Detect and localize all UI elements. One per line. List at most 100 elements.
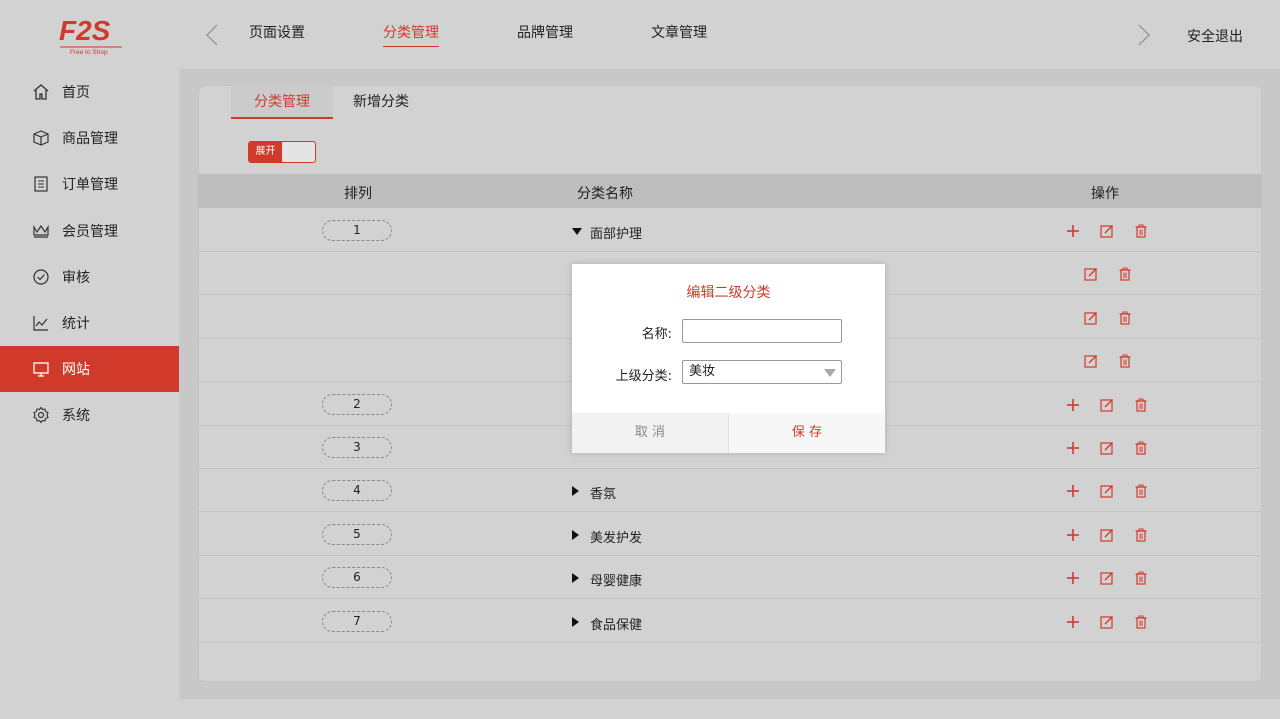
svg-text:F2S: F2S: [59, 15, 111, 46]
top-nav-category-management[interactable]: 分类管理: [383, 22, 439, 47]
nav-next-arrow-icon[interactable]: [1137, 24, 1153, 46]
sort-order-input[interactable]: 1: [322, 220, 392, 241]
category-name: 母婴健康: [590, 574, 643, 589]
edit-icon[interactable]: [1098, 439, 1115, 456]
table-header: 排列 分类名称 操作: [198, 174, 1262, 208]
add-icon[interactable]: [1064, 396, 1081, 413]
header-sort: 排列: [344, 186, 372, 202]
sort-order-input[interactable]: 3: [322, 437, 392, 458]
cancel-button[interactable]: 取 消: [572, 413, 729, 453]
delete-icon[interactable]: [1116, 309, 1133, 326]
name-input[interactable]: [682, 319, 842, 343]
table-row: 5 美发护发: [198, 513, 1262, 556]
sidebar-item-label: 网站: [62, 362, 90, 378]
sidebar-item-label: 审核: [62, 270, 90, 286]
dialog-footer: 取 消 保 存: [572, 413, 885, 453]
delete-icon[interactable]: [1116, 265, 1133, 282]
parent-category-label: 上级分类:: [615, 369, 672, 384]
nav-prev-arrow-icon[interactable]: [205, 24, 221, 46]
toggle-knob: [282, 142, 315, 162]
delete-icon[interactable]: [1132, 526, 1149, 543]
caret-right-icon[interactable]: [572, 485, 584, 500]
category-cell: 香氛: [572, 483, 616, 502]
sidebar: 首页 商品管理 订单管理 会员管理 审核 统计 网站 系统: [0, 69, 179, 719]
sidebar-item-orders[interactable]: 订单管理: [0, 161, 179, 207]
add-icon[interactable]: [1064, 613, 1081, 630]
parent-category-select[interactable]: 美妆: [682, 360, 842, 384]
edit-icon[interactable]: [1082, 309, 1099, 326]
expand-toggle[interactable]: 展开: [248, 141, 316, 163]
expand-toggle-label: 展开: [249, 142, 282, 162]
table-row: 4 香氛: [198, 469, 1262, 512]
category-name: 面部护理: [590, 227, 643, 242]
top-nav-article-management[interactable]: 文章管理: [651, 22, 707, 46]
header-category-name: 分类名称: [577, 186, 633, 202]
category-name: 香氛: [590, 487, 617, 502]
table-row: 6 母婴健康: [198, 556, 1262, 599]
tab-add-category[interactable]: 新增分类: [345, 85, 417, 119]
add-icon[interactable]: [1064, 526, 1081, 543]
delete-icon[interactable]: [1132, 569, 1149, 586]
monitor-icon: [31, 359, 51, 379]
caret-right-icon[interactable]: [572, 572, 584, 587]
sidebar-item-review[interactable]: 审核: [0, 254, 179, 300]
sidebar-item-system[interactable]: 系统: [0, 392, 179, 438]
sort-order-input[interactable]: 7: [322, 611, 392, 632]
edit-icon[interactable]: [1098, 613, 1115, 630]
add-icon[interactable]: [1064, 482, 1081, 499]
edit-icon[interactable]: [1098, 222, 1115, 239]
delete-icon[interactable]: [1132, 482, 1149, 499]
chart-icon: [31, 313, 51, 333]
edit-icon[interactable]: [1098, 526, 1115, 543]
edit-icon[interactable]: [1098, 569, 1115, 586]
edit-subcategory-dialog: 编辑二级分类 名称: 上级分类: 美妆 取 消 保 存: [572, 264, 885, 453]
sidebar-item-home[interactable]: 首页: [0, 69, 179, 115]
logout-button[interactable]: 安全退出: [1187, 26, 1243, 46]
top-nav-page-settings[interactable]: 页面设置: [249, 22, 305, 46]
sidebar-item-website[interactable]: 网站: [0, 346, 179, 392]
delete-icon[interactable]: [1116, 352, 1133, 369]
edit-icon[interactable]: [1082, 352, 1099, 369]
row-actions: [1082, 309, 1150, 326]
crown-icon: [31, 221, 51, 241]
sort-order-input[interactable]: 2: [322, 394, 392, 415]
chevron-down-icon: [824, 369, 836, 377]
edit-icon[interactable]: [1082, 265, 1099, 282]
sort-order-input[interactable]: 4: [322, 480, 392, 501]
delete-icon[interactable]: [1132, 222, 1149, 239]
check-circle-icon: [31, 267, 51, 287]
edit-icon[interactable]: [1098, 396, 1115, 413]
edit-icon[interactable]: [1098, 482, 1115, 499]
add-icon[interactable]: [1064, 569, 1081, 586]
caret-right-icon[interactable]: [572, 529, 584, 544]
category-cell: 美发护发: [572, 527, 642, 546]
box-icon: [31, 128, 51, 148]
sidebar-item-label: 首页: [62, 85, 90, 101]
save-button[interactable]: 保 存: [729, 413, 885, 453]
row-actions: [1064, 569, 1166, 586]
delete-icon[interactable]: [1132, 439, 1149, 456]
sidebar-item-label: 系统: [62, 408, 90, 424]
caret-down-icon[interactable]: [572, 225, 584, 240]
tab-category-management[interactable]: 分类管理: [231, 85, 333, 119]
sidebar-item-label: 统计: [62, 316, 90, 332]
add-icon[interactable]: [1064, 439, 1081, 456]
table-row: 1 面部护理: [198, 209, 1262, 252]
sidebar-item-members[interactable]: 会员管理: [0, 208, 179, 254]
sidebar-item-statistics[interactable]: 统计: [0, 300, 179, 346]
brand-logo[interactable]: F2S Free to Shop: [58, 14, 124, 56]
row-actions: [1064, 396, 1166, 413]
category-cell: 食品保健: [572, 614, 642, 633]
add-icon[interactable]: [1064, 222, 1081, 239]
category-cell: 面部护理: [572, 223, 642, 242]
sidebar-item-products[interactable]: 商品管理: [0, 115, 179, 161]
sort-order-input[interactable]: 5: [322, 524, 392, 545]
row-actions: [1064, 439, 1166, 456]
delete-icon[interactable]: [1132, 613, 1149, 630]
top-nav-brand-management[interactable]: 品牌管理: [517, 22, 573, 46]
caret-right-icon[interactable]: [572, 616, 584, 631]
clipboard-icon: [31, 174, 51, 194]
sort-order-input[interactable]: 6: [322, 567, 392, 588]
table-row: 7 食品保健: [198, 600, 1262, 643]
delete-icon[interactable]: [1132, 396, 1149, 413]
